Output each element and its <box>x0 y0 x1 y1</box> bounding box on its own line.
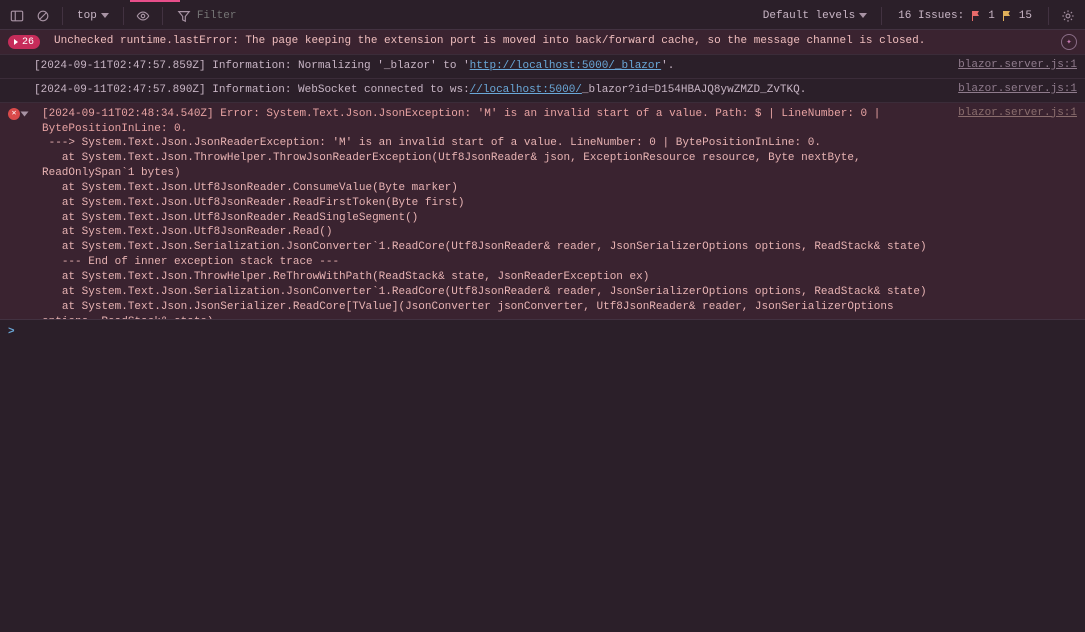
log-levels-label: Default levels <box>763 10 855 22</box>
log-row[interactable]: 26 Unchecked runtime.lastError: The page … <box>0 30 1085 55</box>
log-levels-selector[interactable]: Default levels <box>757 5 873 27</box>
log-row[interactable]: [2024-09-11T02:47:57.890Z] Information: … <box>0 79 1085 103</box>
log-gutter <box>8 83 34 84</box>
context-label: top <box>77 10 97 22</box>
error-icon: ✕ <box>8 108 20 120</box>
link[interactable]: http://localhost:5000/_blazor <box>470 60 661 72</box>
chevron-down-icon <box>859 13 867 18</box>
prompt-chevron-icon: > <box>8 326 15 338</box>
log-message: [2024-09-11T02:48:34.540Z] Error: System… <box>38 107 948 319</box>
ai-explain-button[interactable]: ✦ <box>1061 34 1077 50</box>
log-message: [2024-09-11T02:47:57.890Z] Information: … <box>34 83 948 98</box>
source-link[interactable]: blazor.server.js:1 <box>958 107 1077 119</box>
live-expression-button[interactable] <box>132 5 154 27</box>
log-row[interactable]: [2024-09-11T02:47:57.859Z] Information: … <box>0 55 1085 79</box>
log-gutter: 26 <box>8 34 54 49</box>
chevron-down-icon <box>101 13 109 18</box>
console-log-list: 26 Unchecked runtime.lastError: The page … <box>0 30 1085 319</box>
repeat-count-badge: 26 <box>8 35 40 49</box>
warning-flag-icon <box>1001 10 1013 22</box>
log-message: [2024-09-11T02:47:57.859Z] Information: … <box>34 59 948 74</box>
log-message: Unchecked runtime.lastError: The page ke… <box>54 34 1053 49</box>
log-gutter: ✕ <box>8 107 38 120</box>
console-prompt[interactable]: > <box>0 319 1085 344</box>
issues-error-count: 1 <box>988 10 995 22</box>
source-link[interactable]: blazor.server.js:1 <box>958 83 1077 95</box>
source-link[interactable]: blazor.server.js:1 <box>958 59 1077 71</box>
clear-console-button[interactable] <box>32 5 54 27</box>
filter-input[interactable] <box>197 10 747 22</box>
issues-warn-count: 15 <box>1019 10 1032 22</box>
console-toolbar: top Default levels 16 Issues: 1 15 <box>0 2 1085 30</box>
filter-icon <box>177 9 191 23</box>
console-settings-button[interactable] <box>1057 5 1079 27</box>
log-gutter <box>8 59 34 60</box>
issues-label: 16 Issues: <box>898 10 964 22</box>
link[interactable]: //localhost:5000/ <box>470 84 582 96</box>
disclosure-triangle-icon[interactable] <box>21 111 29 116</box>
execution-context-selector[interactable]: top <box>71 5 115 27</box>
log-row[interactable]: ✕ [2024-09-11T02:48:34.540Z] Error: Syste… <box>0 103 1085 319</box>
issues-button[interactable]: 16 Issues: 1 15 <box>890 10 1040 22</box>
error-flag-icon <box>970 10 982 22</box>
sidebar-toggle-button[interactable] <box>6 5 28 27</box>
